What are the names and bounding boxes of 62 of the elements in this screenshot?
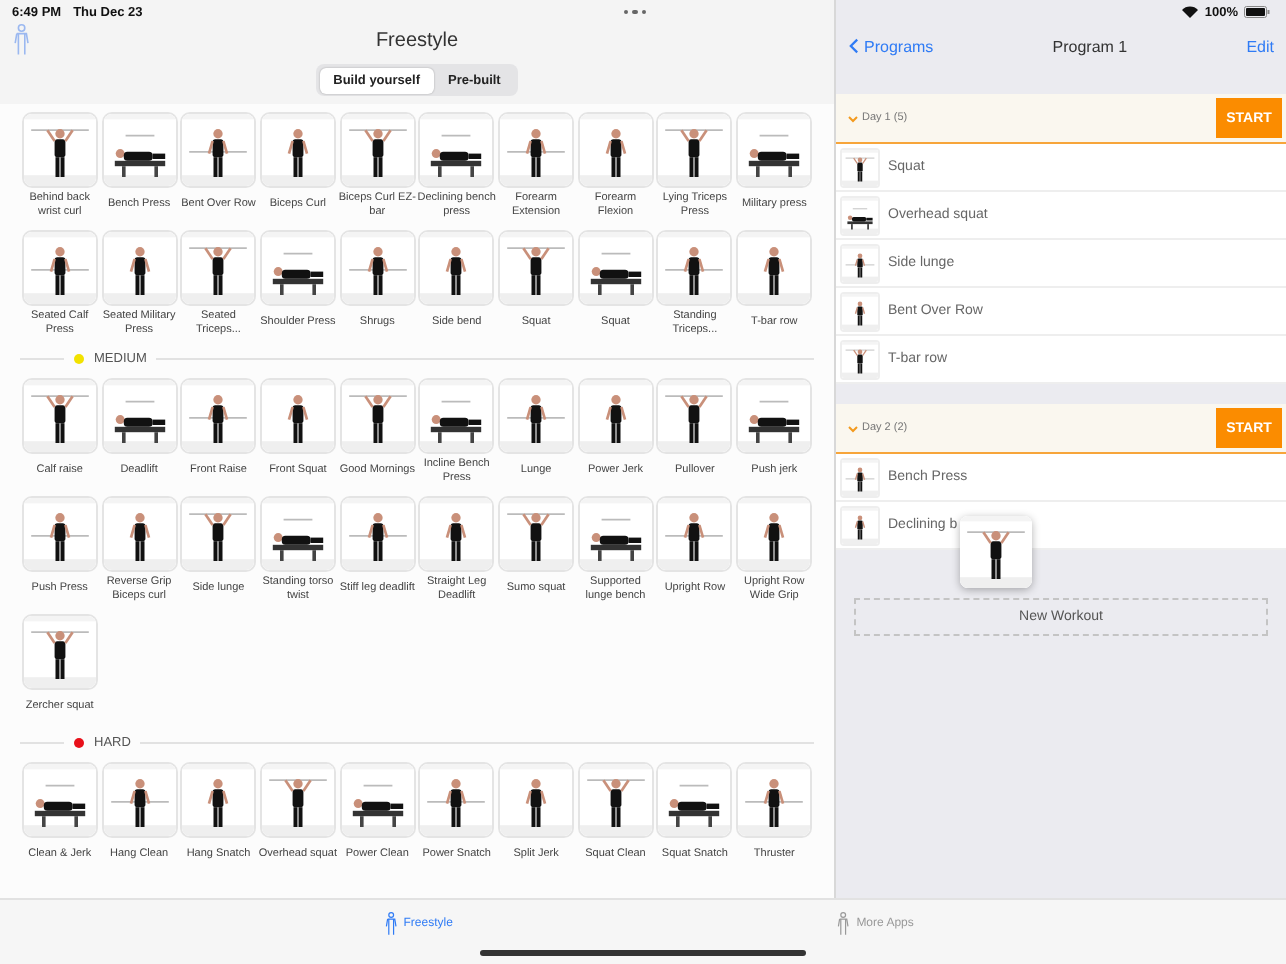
exercise-tile[interactable]	[577, 496, 654, 572]
program-title: Program 1	[1050, 37, 1130, 55]
exercise-tile[interactable]	[418, 112, 495, 188]
exercise-tile[interactable]	[21, 762, 98, 838]
exercise-tile[interactable]	[21, 378, 98, 454]
exercise-tile[interactable]	[577, 112, 654, 188]
exercise-tile[interactable]	[259, 378, 336, 454]
edit-link[interactable]: Edit	[1246, 37, 1274, 55]
exercise-tile[interactable]	[656, 378, 733, 454]
body-icon	[12, 24, 32, 56]
exercise-tile[interactable]	[498, 230, 575, 306]
exercise-tile[interactable]	[101, 762, 178, 838]
exercise-tile[interactable]	[21, 112, 98, 188]
exercise-tile[interactable]	[21, 496, 98, 572]
window-title: Freestyle	[373, 29, 461, 51]
exercise-tile[interactable]	[577, 762, 654, 838]
exercise-tile[interactable]	[656, 762, 733, 838]
exercise-tile[interactable]	[180, 378, 257, 454]
exercise-tile[interactable]	[259, 762, 336, 838]
exercise-tile[interactable]	[21, 230, 98, 306]
exercise-tile[interactable]	[656, 496, 733, 572]
exercise-tile[interactable]	[180, 762, 257, 838]
exercise-tile[interactable]	[736, 230, 813, 306]
exercise-tile[interactable]	[180, 230, 257, 306]
exercise-tile[interactable]	[339, 762, 416, 838]
exercise-tile[interactable]	[418, 230, 495, 306]
exercise-tile[interactable]	[339, 112, 416, 188]
battery-icon	[1244, 6, 1270, 18]
exercise-tile[interactable]	[498, 112, 575, 188]
body-icon	[383, 912, 398, 936]
exercise-tile[interactable]	[101, 496, 178, 572]
more-icon[interactable]	[623, 9, 646, 15]
exercise-tile[interactable]	[736, 378, 813, 454]
exercise-tile[interactable]	[339, 496, 416, 572]
exercise-tile[interactable]	[577, 378, 654, 454]
exercise-tile[interactable]	[656, 230, 733, 306]
wifi-icon	[1182, 6, 1199, 18]
exercise-tile[interactable]	[101, 230, 178, 306]
exercise-tile[interactable]	[259, 230, 336, 306]
dragged-tile[interactable]	[960, 516, 1032, 588]
exercise-tile[interactable]	[259, 112, 336, 188]
exercise-tile[interactable]	[21, 614, 98, 690]
exercise-tile[interactable]	[736, 112, 813, 188]
exercise-tile[interactable]	[656, 112, 733, 188]
back-link[interactable]: Programs	[848, 37, 934, 55]
exercise-tile[interactable]	[259, 496, 336, 572]
exercise-tile[interactable]	[180, 112, 257, 188]
exercise-tile[interactable]	[418, 496, 495, 572]
exercise-tile[interactable]	[736, 496, 813, 572]
exercise-tile[interactable]	[498, 496, 575, 572]
exercise-tile[interactable]	[498, 378, 575, 454]
exercise-tile[interactable]	[498, 762, 575, 838]
exercise-tile[interactable]	[418, 378, 495, 454]
back-icon	[848, 38, 860, 54]
exercise-tile[interactable]	[736, 762, 813, 838]
exercise-tile[interactable]	[101, 378, 178, 454]
exercise-tile[interactable]	[339, 230, 416, 306]
exercise-tile[interactable]	[180, 496, 257, 572]
exercise-tile[interactable]	[101, 112, 178, 188]
exercise-tile[interactable]	[339, 378, 416, 454]
exercise-tile[interactable]	[577, 230, 654, 306]
exercise-tile[interactable]	[418, 762, 495, 838]
